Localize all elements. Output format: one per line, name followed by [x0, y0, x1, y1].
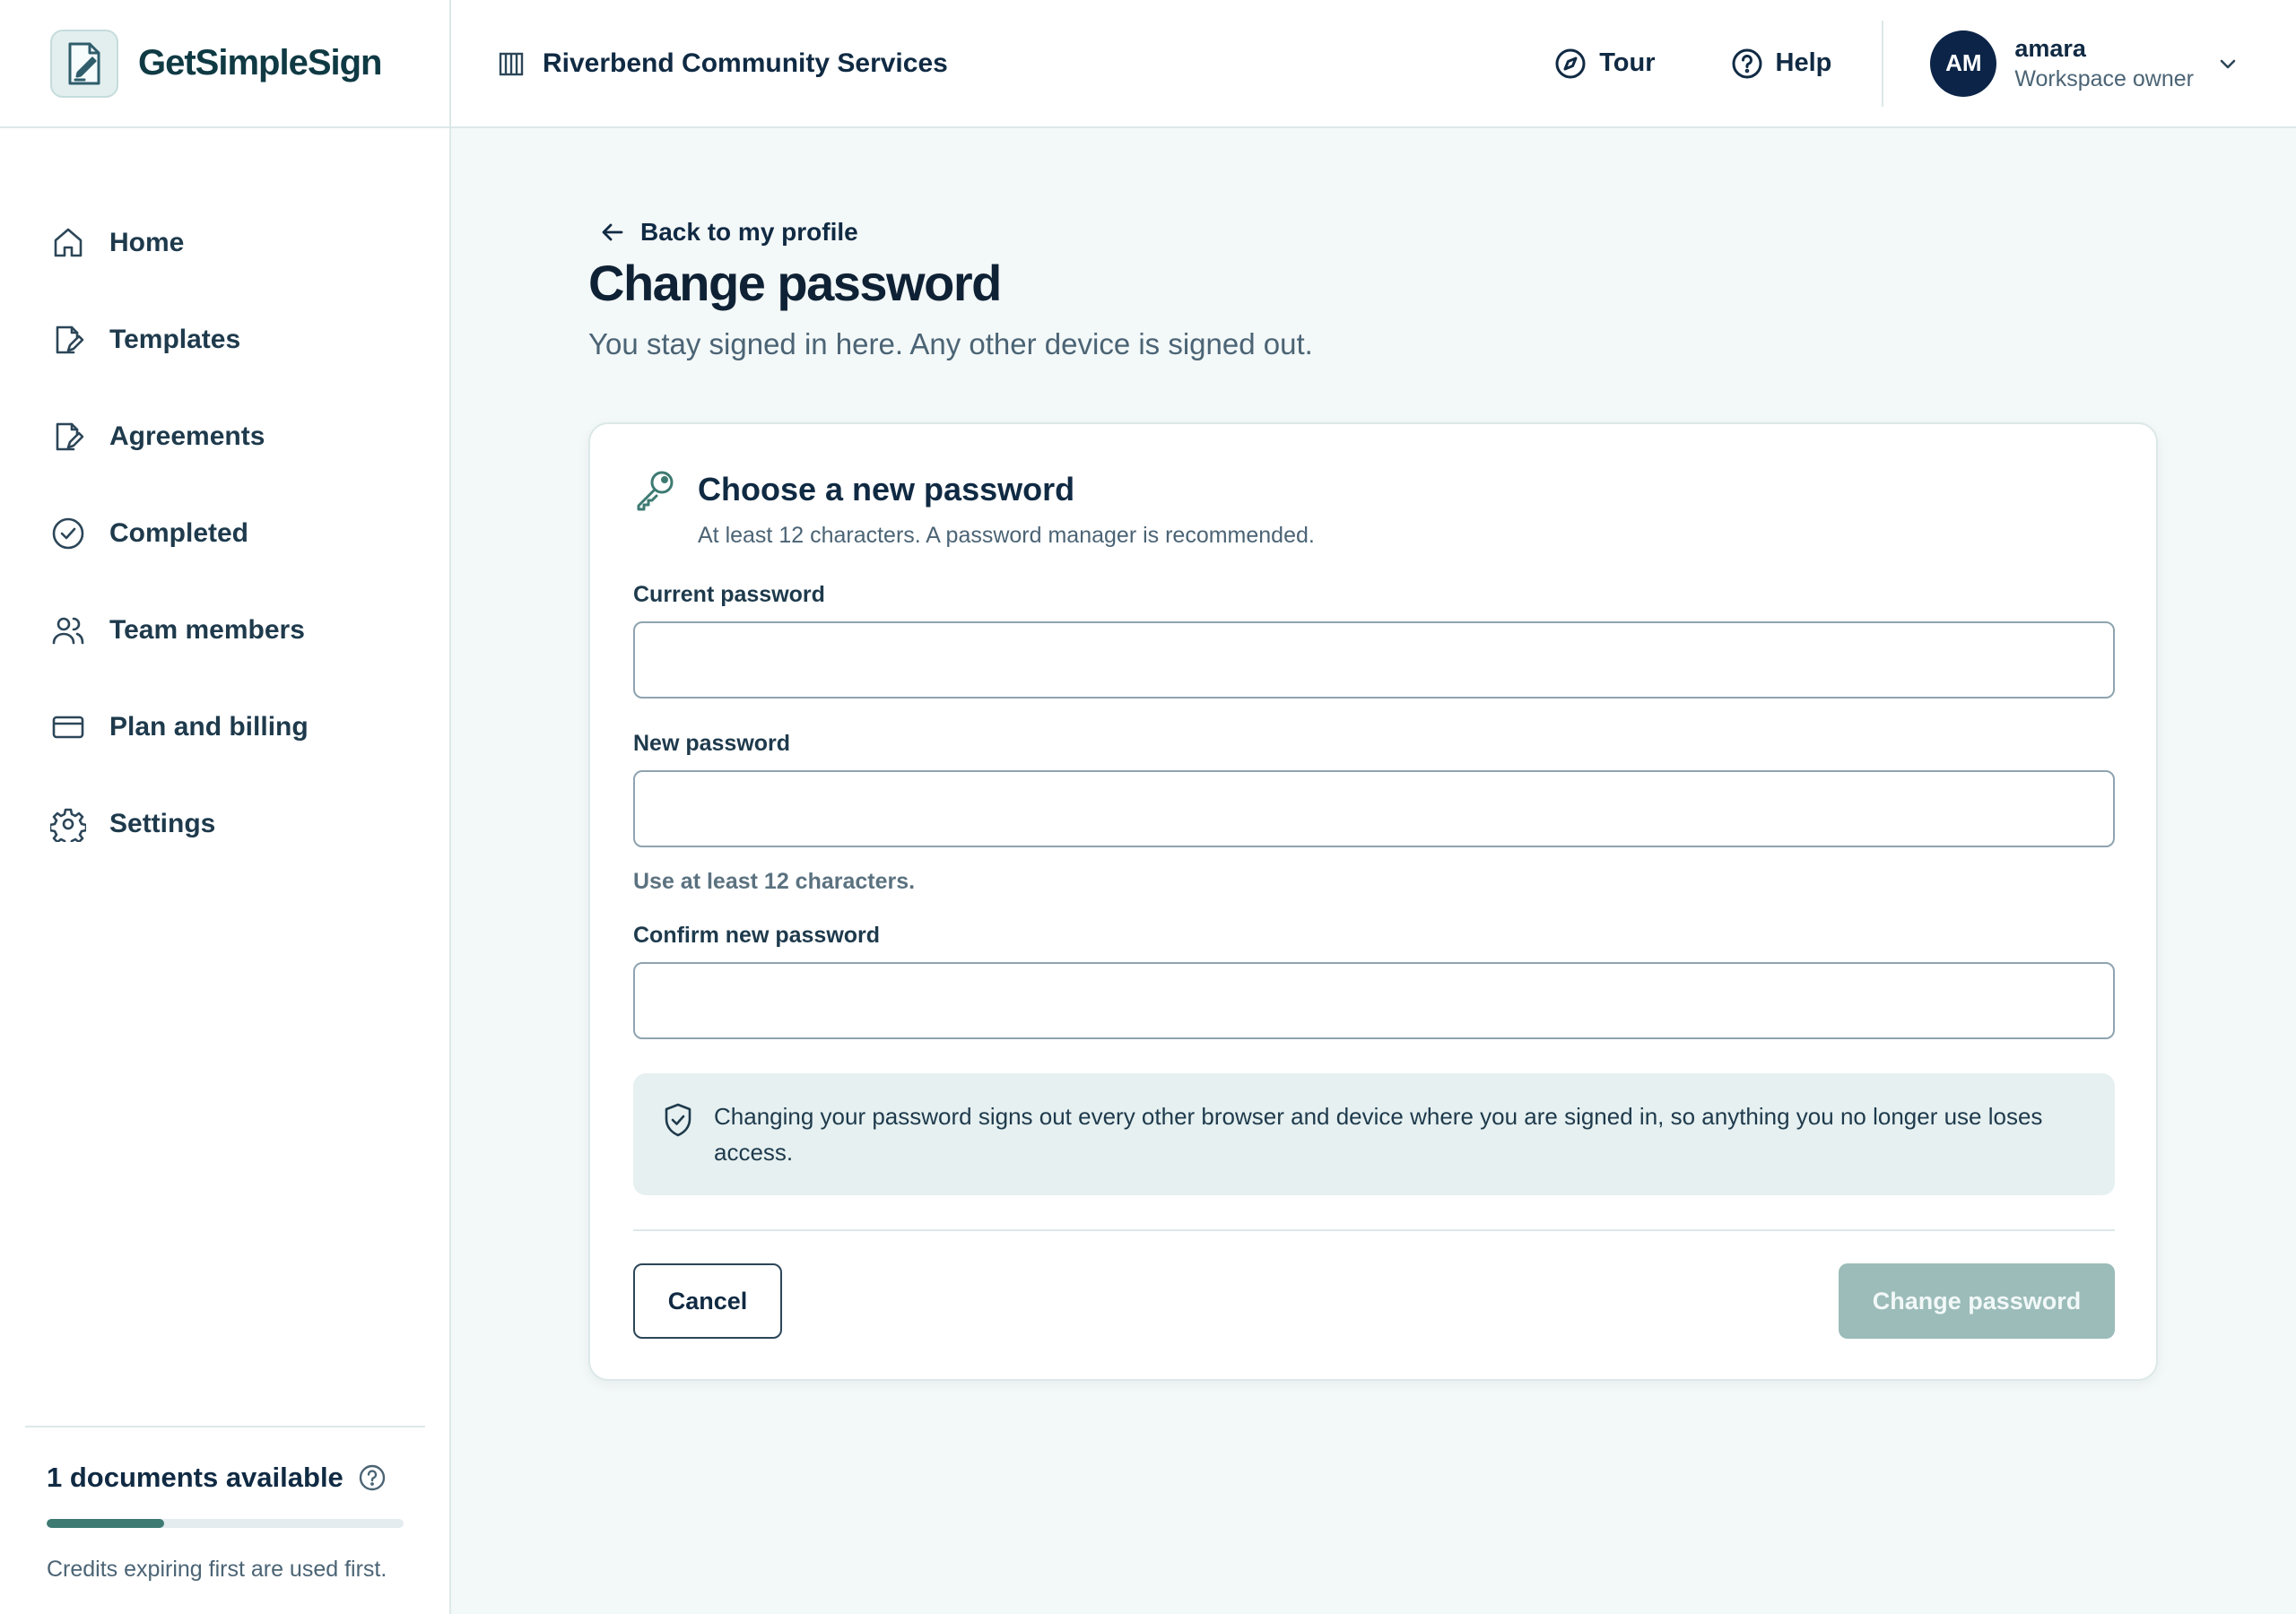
page-title: Change password — [588, 255, 1002, 311]
sidebar-item-settings[interactable]: Settings — [0, 776, 449, 872]
documents-available: 1 documents available — [47, 1462, 344, 1493]
template-icon — [50, 322, 86, 358]
arrow-left-icon — [599, 219, 626, 246]
sidebar-item-label: Settings — [109, 809, 216, 838]
current-password-input[interactable] — [633, 621, 2115, 699]
card-divider — [633, 1229, 2115, 1231]
tour-button[interactable]: Tour — [1554, 48, 1656, 80]
documents-usage: 1 documents available Credits expiring f… — [25, 1426, 425, 1583]
sidebar-item-label: Team members — [109, 615, 305, 645]
user-role: Workspace owner — [2014, 65, 2194, 91]
usage-progress-bar — [47, 1519, 404, 1528]
sidebar-item-label: Templates — [109, 325, 241, 354]
help-circle-icon — [1731, 48, 1763, 80]
new-password-label: New password — [633, 731, 791, 756]
organization-name: Riverbend Community Services — [543, 48, 948, 78]
shield-check-icon — [662, 1102, 694, 1195]
sidebar-item-label: Completed — [109, 518, 249, 548]
confirm-password-label: Confirm new password — [633, 923, 881, 948]
agreement-icon — [50, 419, 86, 455]
building-icon — [498, 50, 525, 77]
back-to-profile-link[interactable]: Back to my profile — [599, 218, 858, 247]
user-menu[interactable]: AM amara Workspace owner — [1930, 30, 2239, 97]
confirm-password-input[interactable] — [633, 962, 2115, 1039]
chevron-down-icon — [2217, 53, 2239, 74]
help-button[interactable]: Help — [1731, 48, 1832, 80]
new-password-hint: Use at least 12 characters. — [633, 869, 916, 894]
top-header: GetSimpleSign Riverbend Community Servic… — [0, 0, 2296, 128]
sidebar-item-home[interactable]: Home — [0, 195, 449, 291]
page-subtitle: You stay signed in here. Any other devic… — [588, 327, 1313, 360]
sidebar-item-plan-billing[interactable]: Plan and billing — [0, 679, 449, 776]
compass-icon — [1554, 48, 1587, 80]
brand-name: GetSimpleSign — [138, 43, 382, 82]
card-title: Choose a new password — [698, 471, 1075, 508]
sidebar: Home Templates Agreements Completed Team… — [0, 128, 451, 1614]
current-password-label: Current password — [633, 582, 825, 607]
sidebar-item-agreements[interactable]: Agreements — [0, 388, 449, 485]
sidebar-item-label: Agreements — [109, 421, 265, 451]
document-pen-icon — [50, 29, 118, 98]
brand[interactable]: GetSimpleSign — [0, 0, 451, 127]
home-icon — [50, 225, 86, 261]
sidebar-item-templates[interactable]: Templates — [0, 291, 449, 388]
card-subtitle: At least 12 characters. A password manag… — [698, 523, 1315, 548]
change-password-button[interactable]: Change password — [1839, 1263, 2115, 1339]
sidebar-item-label: Home — [109, 228, 185, 257]
sidebar-nav: Home Templates Agreements Completed Team… — [0, 128, 449, 872]
usage-progress-fill — [47, 1519, 165, 1528]
sidebar-item-completed[interactable]: Completed — [0, 485, 449, 582]
new-password-input[interactable] — [633, 770, 2115, 847]
sidebar-item-team-members[interactable]: Team members — [0, 582, 449, 679]
sidebar-item-label: Plan and billing — [109, 712, 309, 742]
check-circle-icon — [50, 516, 86, 551]
organization: Riverbend Community Services — [498, 48, 1554, 79]
back-link-label: Back to my profile — [640, 218, 858, 246]
notice-text: Changing your password signs out every o… — [714, 1103, 2043, 1166]
credits-note: Credits expiring first are used first. — [47, 1557, 387, 1582]
avatar: AM — [1930, 30, 1997, 97]
users-icon — [50, 612, 86, 648]
cancel-button[interactable]: Cancel — [633, 1263, 782, 1339]
user-name: amara — [2014, 34, 2086, 62]
change-password-card: Choose a new password At least 12 charac… — [588, 422, 2158, 1381]
credit-card-icon — [50, 709, 86, 745]
help-label: Help — [1775, 48, 1832, 77]
help-circle-icon[interactable] — [358, 1463, 387, 1492]
key-icon — [633, 467, 678, 549]
sign-out-notice: Changing your password signs out every o… — [633, 1073, 2115, 1195]
tour-label: Tour — [1599, 48, 1656, 77]
gear-icon — [50, 806, 86, 842]
header-divider — [1882, 20, 1884, 107]
